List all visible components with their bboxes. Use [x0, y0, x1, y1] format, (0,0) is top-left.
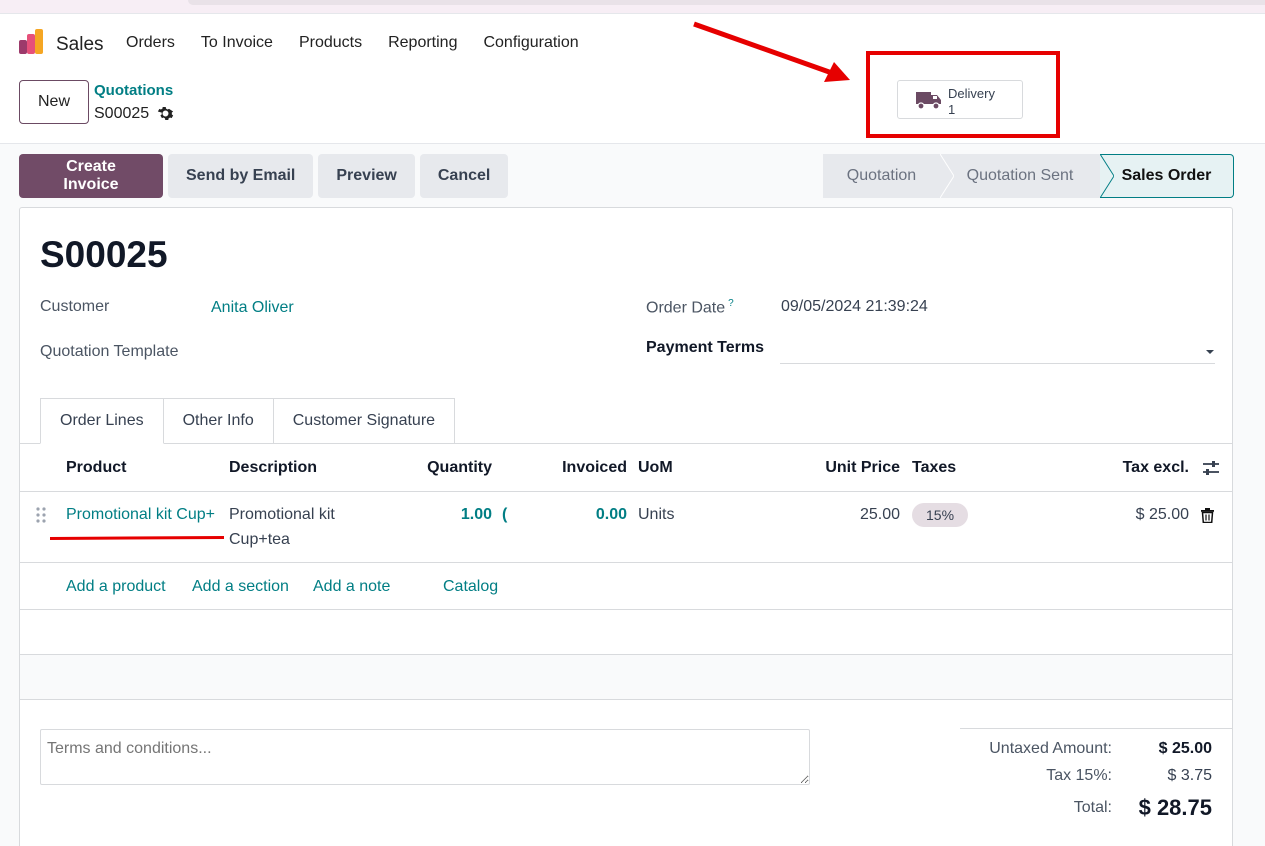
table-header: Product Description Quantity Invoiced Uo…	[20, 444, 1232, 492]
stage-quotation-sent-label: Quotation Sent	[966, 167, 1074, 184]
form-sheet: S00025 Customer Anita Oliver Quotation T…	[19, 207, 1233, 846]
breadcrumb-quotations[interactable]: Quotations	[94, 82, 173, 99]
row-unit-price[interactable]: 25.00	[820, 506, 900, 524]
cancel-button[interactable]: Cancel	[419, 154, 509, 198]
table-row[interactable]: Promotional kit Cup+ Promotional kit Cup…	[20, 492, 1232, 563]
tax-label: Tax 15%:	[1046, 767, 1112, 784]
order-date-field[interactable]: 09/05/2024 21:39:24	[781, 298, 928, 316]
preview-button[interactable]: Preview	[318, 154, 415, 198]
empty-row	[20, 655, 1232, 700]
action-buttons: Create Invoice Send by Email Preview Can…	[19, 154, 513, 198]
tab-order-lines[interactable]: Order Lines	[40, 398, 164, 444]
help-icon[interactable]: ?	[728, 298, 734, 309]
stage-quotation[interactable]: Quotation	[823, 154, 954, 198]
stage-divider-icon	[1100, 154, 1114, 198]
top-navbar: Sales Orders To Invoice Products Reporti…	[0, 14, 1265, 72]
statusbar: Quotation Quotation Sent Sales Order	[823, 154, 1234, 198]
customer-field[interactable]: Anita Oliver	[211, 299, 294, 317]
quotation-template-label: Quotation Template	[40, 343, 179, 360]
col-description[interactable]: Description	[229, 459, 317, 477]
stage-sales-order[interactable]: Sales Order	[1100, 154, 1234, 198]
annotation-arrow	[693, 21, 850, 82]
add-note-link[interactable]: Add a note	[313, 578, 390, 596]
caret-down-icon[interactable]	[1205, 349, 1215, 355]
add-section-link[interactable]: Add a section	[192, 578, 289, 596]
row-description-line2[interactable]: Cup+tea	[229, 531, 290, 549]
col-tax-excl[interactable]: Tax excl.	[1080, 459, 1189, 477]
stage-quotation-label: Quotation	[846, 167, 917, 184]
row-invoiced: 0.00	[595, 506, 627, 523]
app-name[interactable]: Sales	[56, 34, 104, 56]
row-description-line1[interactable]: Promotional kit	[229, 506, 335, 524]
col-product[interactable]: Product	[66, 459, 126, 477]
menu-configuration[interactable]: Configuration	[483, 34, 578, 52]
notebook-tabs: Order Lines Other Info Customer Signatur…	[40, 398, 456, 444]
col-quantity[interactable]: Quantity	[400, 459, 492, 477]
menu-reporting[interactable]: Reporting	[388, 34, 457, 52]
new-button[interactable]: New	[19, 80, 89, 124]
untaxed-amount-label: Untaxed Amount:	[989, 740, 1112, 757]
total-label: Total:	[1073, 799, 1112, 816]
sales-app-icon[interactable]	[18, 28, 46, 56]
browser-top-strip	[0, 0, 1265, 14]
create-invoice-button[interactable]: Create Invoice	[19, 154, 163, 198]
menu-orders[interactable]: Orders	[126, 34, 175, 52]
record-title: S00025	[40, 234, 168, 275]
tax-badge[interactable]: 15%	[912, 503, 969, 527]
payment-terms-label: Payment Terms	[646, 339, 764, 356]
payment-terms-field[interactable]	[780, 363, 1215, 364]
order-date-label: Order Date?	[646, 298, 734, 317]
col-unit-price[interactable]: Unit Price	[800, 459, 900, 477]
row-quantity[interactable]: 1.00	[440, 506, 492, 524]
untaxed-amount-value: $ 25.00	[1158, 740, 1212, 757]
row-uom[interactable]: Units	[638, 506, 674, 524]
menu-products[interactable]: Products	[299, 34, 362, 52]
tab-customer-signature[interactable]: Customer Signature	[273, 398, 456, 444]
total-value: $ 28.75	[1138, 795, 1212, 820]
tab-other-info[interactable]: Other Info	[163, 398, 274, 444]
row-tax-excl: $ 25.00	[1135, 506, 1189, 523]
annotation-underline	[50, 536, 224, 540]
col-uom[interactable]: UoM	[638, 459, 673, 477]
gear-icon[interactable]	[157, 105, 174, 122]
stage-divider-icon	[940, 154, 954, 198]
stage-quotation-sent[interactable]: Quotation Sent	[940, 154, 1114, 198]
trash-icon[interactable]	[1201, 508, 1214, 523]
terms-and-conditions-input[interactable]	[40, 729, 810, 785]
menu-to-invoice[interactable]: To Invoice	[201, 34, 273, 52]
row-quantity-overflow: (	[502, 506, 508, 523]
column-settings-icon[interactable]	[1202, 460, 1220, 476]
add-product-link[interactable]: Add a product	[66, 578, 166, 596]
stage-sales-order-label: Sales Order	[1121, 167, 1212, 184]
col-taxes[interactable]: Taxes	[912, 459, 956, 477]
col-invoiced[interactable]: Invoiced	[540, 459, 627, 477]
customer-label: Customer	[40, 298, 110, 315]
drag-handle-icon[interactable]	[36, 507, 46, 523]
order-date-label-text: Order Date	[646, 299, 726, 317]
row-product[interactable]: Promotional kit Cup+	[66, 506, 226, 524]
control-panel: New Quotations S00025	[0, 72, 1265, 144]
catalog-link[interactable]: Catalog	[443, 578, 498, 596]
tax-value: $ 3.75	[1167, 767, 1212, 784]
main-menu: Orders To Invoice Products Reporting Con…	[126, 34, 605, 52]
send-by-email-button[interactable]: Send by Email	[168, 154, 314, 198]
top-bar-pill	[188, 0, 1265, 5]
breadcrumb-current: S00025	[94, 105, 150, 122]
totals-summary: Untaxed Amount: $ 25.00 Tax 15%: $ 3.75 …	[960, 728, 1232, 820]
line-adders: Add a product Add a section Add a note C…	[20, 563, 1232, 610]
annotation-highlight-box	[866, 51, 1060, 138]
empty-row	[20, 610, 1232, 655]
